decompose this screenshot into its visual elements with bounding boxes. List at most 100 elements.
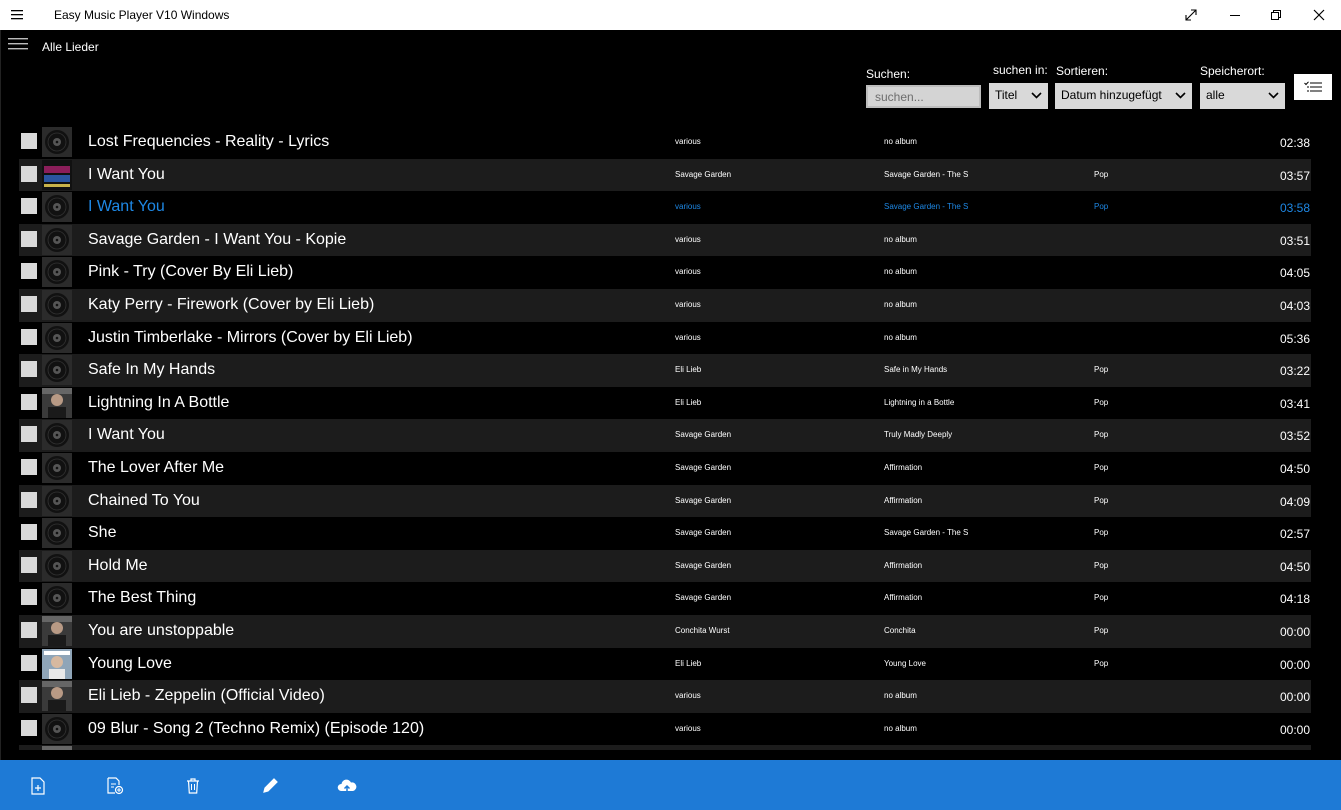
disc-icon: [42, 224, 72, 255]
song-row[interactable]: Lightning In A Bottle Eli Lieb Lightning i…: [19, 387, 1311, 420]
app-area: Alle Lieder Suchen: suchen... suchen in:…: [0, 30, 1341, 760]
disc-icon: [42, 322, 72, 353]
hamburger-icon[interactable]: [10, 7, 26, 23]
row-checkbox[interactable]: [21, 263, 37, 280]
add-folder-button[interactable]: [105, 776, 125, 796]
row-checkbox[interactable]: [21, 133, 37, 149]
song-list[interactable]: Lost Frequencies - Reality - Lyrics vario…: [19, 126, 1311, 750]
song-row[interactable]: I Want You Savage Garden Truly Madly Deepl…: [19, 419, 1311, 452]
location-dropdown[interactable]: alle: [1200, 83, 1285, 109]
song-artist: various: [675, 267, 701, 277]
row-checkbox[interactable]: [21, 328, 37, 345]
song-artist: Savage Garden: [675, 528, 732, 538]
disc-icon: [42, 257, 72, 288]
disc-icon: [42, 420, 72, 451]
song-genre: Pop: [1094, 658, 1109, 668]
chevron-down-icon: [1268, 92, 1279, 99]
add-file-button[interactable]: [28, 776, 48, 796]
row-checkbox[interactable]: [21, 654, 37, 671]
song-duration: 00:00: [1279, 657, 1310, 672]
song-row[interactable]: I Want You Savage Garden Savage Garden - T…: [19, 158, 1311, 192]
song-album: no album: [884, 267, 917, 277]
restore-button[interactable]: [1254, 0, 1298, 30]
close-button[interactable]: [1297, 0, 1341, 30]
row-checkbox[interactable]: [21, 230, 37, 247]
song-genre: Pop: [1094, 560, 1109, 570]
song-album: no album: [884, 332, 917, 342]
song-title: Katy Perry - Firework (Cover by Eli Lieb…: [88, 295, 375, 313]
song-title: Savage Garden - I Want You - Kopie: [88, 230, 347, 248]
song-artist: Savage Garden: [675, 430, 732, 440]
song-album: no album: [884, 691, 917, 701]
song-album: Affirmation: [884, 462, 923, 472]
cloud-upload-button[interactable]: [337, 776, 357, 796]
disc-icon: [42, 452, 72, 483]
song-artist: various: [675, 234, 701, 244]
song-row[interactable]: You are unstoppable Conchita Wurst Conchit…: [19, 614, 1311, 648]
song-artist: Savage Garden: [675, 169, 732, 179]
song-row[interactable]: Hold Me Savage Garden Affirmation Pop 04:50: [19, 549, 1311, 583]
song-artist: various: [675, 299, 701, 309]
song-title: Safe In My Hands: [88, 361, 216, 379]
song-title: Chained To You: [88, 491, 200, 509]
song-artist: various: [675, 202, 701, 212]
song-artist: Savage Garden: [675, 462, 732, 472]
song-row[interactable]: Chained To You Savage Garden Affirmation Po…: [19, 484, 1311, 518]
song-row[interactable]: Young Love Eli Lieb Young Love Pop 00:00: [19, 648, 1311, 681]
row-checkbox[interactable]: [21, 621, 37, 638]
song-title: Lost Frequencies - Reality - Lyrics: [88, 133, 330, 150]
row-checkbox[interactable]: [21, 295, 37, 312]
row-checkbox[interactable]: [21, 589, 37, 606]
song-row[interactable]: Lost Frequencies - Reality - Lyrics vario…: [19, 126, 1311, 159]
fullscreen-button[interactable]: [1169, 0, 1213, 30]
song-artist: various: [675, 723, 701, 733]
savage-garden-cover: [42, 159, 72, 190]
song-row[interactable]: 09 Blur - Song 2 (Techno Remix) (Episode…: [19, 713, 1311, 746]
song-album: no album: [884, 137, 917, 146]
location-value: alle: [1206, 88, 1225, 102]
song-row[interactable]: Savage Garden - I Want You - Kopie variou…: [19, 223, 1311, 257]
song-title: Pink - Try (Cover By Eli Lieb): [88, 263, 294, 281]
song-row[interactable]: The Lover After Me Savage Garden Affirmati…: [19, 452, 1311, 485]
song-row[interactable]: Pink - Try (Cover By Eli Lieb) various no …: [19, 256, 1311, 289]
song-album: Affirmation: [884, 560, 923, 570]
row-checkbox[interactable]: [21, 458, 37, 475]
song-album: Safe in My Hands: [884, 365, 948, 375]
row-checkbox[interactable]: [21, 393, 37, 410]
song-title: The Lover After Me: [88, 458, 225, 476]
song-title: Young Love: [88, 654, 172, 672]
row-checkbox[interactable]: [21, 719, 37, 736]
edit-button[interactable]: [260, 776, 280, 796]
song-duration: 04:18: [1279, 592, 1310, 607]
sort-label: Sortieren:: [1056, 64, 1109, 78]
row-checkbox[interactable]: [21, 361, 37, 378]
song-row[interactable]: Eli Lieb - Zeppelin (Official Video) vari…: [19, 680, 1311, 713]
song-row[interactable]: [19, 745, 1311, 750]
search-input[interactable]: suchen...: [866, 85, 981, 108]
disc-icon: [42, 713, 72, 744]
row-checkbox[interactable]: [21, 426, 37, 443]
row-checkbox[interactable]: [21, 524, 37, 541]
song-album: Lightning in a Bottle: [884, 397, 955, 407]
row-checkbox[interactable]: [21, 687, 37, 704]
row-checkbox[interactable]: [21, 198, 37, 215]
row-checkbox[interactable]: [21, 491, 37, 508]
search-in-dropdown[interactable]: Titel: [989, 83, 1048, 109]
row-checkbox[interactable]: [21, 556, 37, 573]
selection-mode-button[interactable]: [1294, 74, 1332, 100]
song-title: 09 Blur - Song 2 (Techno Remix) (Episode…: [88, 719, 425, 737]
song-row[interactable]: Katy Perry - Firework (Cover by Eli Lieb…: [19, 288, 1311, 322]
sort-dropdown[interactable]: Datum hinzugefügt: [1055, 83, 1192, 109]
delete-button[interactable]: [183, 776, 203, 796]
menu-icon[interactable]: [8, 37, 28, 51]
song-row[interactable]: I Want You various Savage Garden - The S Po…: [19, 191, 1311, 224]
song-duration: 00:00: [1279, 624, 1310, 639]
song-row[interactable]: Safe In My Hands Eli Lieb Safe in My Hands…: [19, 354, 1311, 387]
song-row[interactable]: Justin Timberlake - Mirrors (Cover by El…: [19, 322, 1311, 355]
song-album: Affirmation: [884, 495, 923, 505]
song-row[interactable]: She Savage Garden Savage Garden - The S Pop…: [19, 517, 1311, 550]
sort-value: Datum hinzugefügt: [1061, 88, 1162, 102]
minimize-button[interactable]: [1213, 0, 1257, 30]
row-checkbox[interactable]: [21, 165, 37, 182]
song-row[interactable]: The Best Thing Savage Garden Affirmation Po…: [19, 582, 1311, 615]
